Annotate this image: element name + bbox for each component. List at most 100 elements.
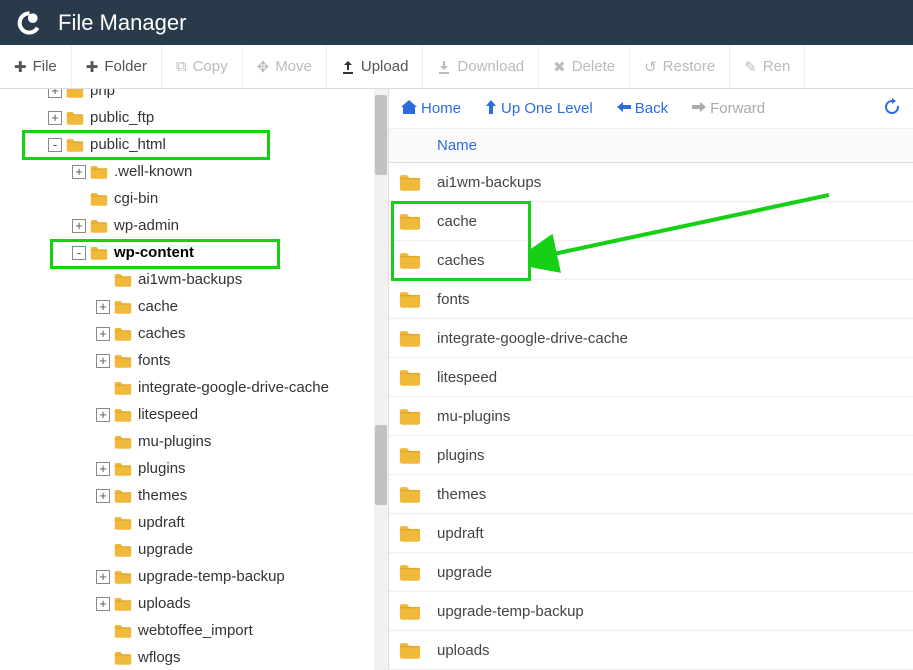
tree-toggle-empty xyxy=(72,192,86,206)
list-body: ai1wm-backupscache caches fonts integrate-g… xyxy=(389,163,913,670)
list-row[interactable]: ai1wm-backups xyxy=(389,163,913,202)
list-column: Home Up One Level Back Forward Name ai1w… xyxy=(388,89,913,670)
tree-toggle[interactable]: + xyxy=(96,408,110,422)
tree-toggle[interactable]: + xyxy=(96,327,110,341)
list-header[interactable]: Name xyxy=(389,129,913,163)
plus-icon: ✚ xyxy=(86,58,99,76)
upload-button[interactable]: Upload xyxy=(327,45,424,88)
tree-node[interactable]: +wp-admin xyxy=(0,212,378,239)
tree-node[interactable]: upgrade xyxy=(0,536,378,563)
up-icon xyxy=(485,100,497,118)
list-row[interactable]: cache xyxy=(389,202,913,241)
tree-node[interactable]: -public_html xyxy=(0,131,378,158)
tree-node[interactable]: +public_ftp xyxy=(0,104,378,131)
tree-node[interactable]: +litespeed xyxy=(0,401,378,428)
tree-toggle[interactable]: + xyxy=(96,597,110,611)
tree-toggle[interactable]: + xyxy=(96,570,110,584)
tree-node[interactable]: ai1wm-backups xyxy=(0,266,378,293)
tree-scroll[interactable]: + php +public_ftp-public_html+.well-known c… xyxy=(0,89,378,670)
copy-button[interactable]: ⧉Copy xyxy=(162,45,243,88)
home-button[interactable]: Home xyxy=(401,100,461,118)
tree-node[interactable]: updraft xyxy=(0,509,378,536)
tree-node[interactable]: wflogs xyxy=(0,644,378,670)
delete-label: Delete xyxy=(572,58,615,75)
tree-node[interactable]: -wp-content xyxy=(0,239,378,266)
move-label: Move xyxy=(275,58,312,75)
home-label: Home xyxy=(421,100,461,117)
reload-button[interactable] xyxy=(883,98,901,120)
download-button[interactable]: Download xyxy=(423,45,539,88)
tree-node-label: cgi-bin xyxy=(114,190,158,207)
tree-node[interactable]: + themes xyxy=(0,482,378,509)
scroll-thumb-mid[interactable] xyxy=(375,425,387,505)
tree-node[interactable]: +caches xyxy=(0,320,378,347)
tree-node[interactable]: +uploads xyxy=(0,590,378,617)
delete-button[interactable]: ✖Delete xyxy=(539,45,630,88)
forward-label: Forward xyxy=(710,100,765,117)
tree-column: + php +public_ftp-public_html+.well-known c… xyxy=(0,89,388,670)
list-row-label: integrate-google-drive-cache xyxy=(437,330,628,347)
tree-node[interactable]: integrate-google-drive-cache xyxy=(0,374,378,401)
nav-row: Home Up One Level Back Forward xyxy=(389,89,913,129)
list-row-label: upgrade-temp-backup xyxy=(437,603,584,620)
tree-node[interactable]: +fonts xyxy=(0,347,378,374)
list-row[interactable]: upgrade xyxy=(389,553,913,592)
tree-node-label: php xyxy=(90,89,115,99)
list-row[interactable]: upgrade-temp-backup xyxy=(389,592,913,631)
list-row[interactable]: plugins xyxy=(389,436,913,475)
tree-node-label: ai1wm-backups xyxy=(138,271,242,288)
tree-node[interactable]: mu-plugins xyxy=(0,428,378,455)
list-row-label: caches xyxy=(437,252,485,269)
file-label: File xyxy=(33,58,57,75)
tree-node[interactable]: webtoffee_import xyxy=(0,617,378,644)
tree-toggle[interactable]: + xyxy=(72,219,86,233)
download-icon xyxy=(437,60,451,74)
list-row[interactable]: caches xyxy=(389,241,913,280)
tree-node[interactable]: +plugins xyxy=(0,455,378,482)
tree-toggle[interactable]: + xyxy=(96,354,110,368)
back-icon xyxy=(617,100,631,117)
tree-toggle[interactable]: - xyxy=(48,138,62,152)
list-row[interactable]: themes xyxy=(389,475,913,514)
tree-node[interactable]: + php xyxy=(0,89,378,104)
list-row-label: litespeed xyxy=(437,369,497,386)
tree-node[interactable]: cgi-bin xyxy=(0,185,378,212)
tree-toggle[interactable]: + xyxy=(96,489,110,503)
move-icon: ✥ xyxy=(257,58,270,76)
reload-icon xyxy=(883,98,901,120)
tree-toggle[interactable]: - xyxy=(72,246,86,260)
list-row[interactable]: mu-plugins xyxy=(389,397,913,436)
tree-node-label: mu-plugins xyxy=(138,433,211,450)
tree-node[interactable]: +cache xyxy=(0,293,378,320)
rename-button[interactable]: ✎Ren xyxy=(730,45,805,88)
list-row-label: uploads xyxy=(437,642,490,659)
tree-node[interactable]: +upgrade-temp-backup xyxy=(0,563,378,590)
move-button[interactable]: ✥ Move xyxy=(243,45,327,88)
file-button[interactable]: ✚File xyxy=(0,45,72,88)
folder-button[interactable]: ✚Folder xyxy=(72,45,162,88)
tree-toggle[interactable]: + xyxy=(48,111,62,125)
forward-button[interactable]: Forward xyxy=(692,100,765,117)
list-row[interactable]: integrate-google-drive-cache xyxy=(389,319,913,358)
tree-toggle-empty xyxy=(96,651,110,665)
up-label: Up One Level xyxy=(501,100,593,117)
tree-node[interactable]: +.well-known xyxy=(0,158,378,185)
up-one-level-button[interactable]: Up One Level xyxy=(485,100,593,118)
copy-icon: ⧉ xyxy=(176,58,187,75)
back-button[interactable]: Back xyxy=(617,100,668,117)
scroll-thumb-up[interactable] xyxy=(375,95,387,175)
list-row-label: mu-plugins xyxy=(437,408,510,425)
tree-toggle[interactable]: + xyxy=(72,165,86,179)
tree-node-label: upgrade xyxy=(138,541,193,558)
tree-toggle-empty xyxy=(96,543,110,557)
list-row[interactable]: updraft xyxy=(389,514,913,553)
tree-toggle[interactable]: + xyxy=(48,89,62,98)
restore-button[interactable]: ↺Restore xyxy=(630,45,730,88)
list-row[interactable]: fonts xyxy=(389,280,913,319)
tree-node-label: themes xyxy=(138,487,187,504)
tree-toggle[interactable]: + xyxy=(96,300,110,314)
list-row[interactable]: litespeed xyxy=(389,358,913,397)
list-row[interactable]: uploads xyxy=(389,631,913,670)
scrollbar-track[interactable] xyxy=(374,89,388,670)
tree-toggle[interactable]: + xyxy=(96,462,110,476)
